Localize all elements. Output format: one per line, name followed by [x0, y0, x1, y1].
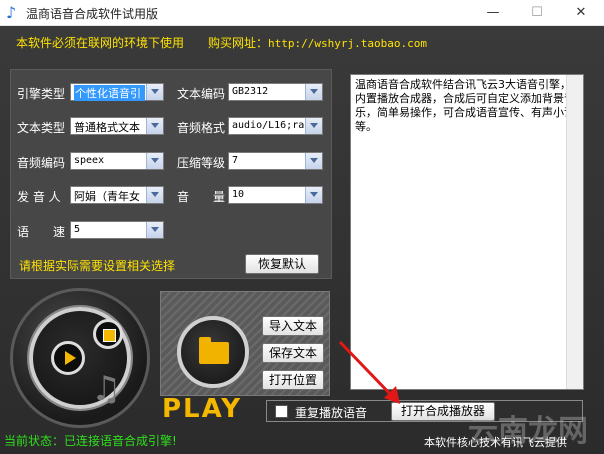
- chevron-down-icon[interactable]: [146, 222, 163, 238]
- engine-type-label: 引擎类型: [17, 87, 66, 101]
- stop-icon[interactable]: [93, 319, 123, 349]
- maximize-button[interactable]: ☐: [515, 0, 559, 26]
- chevron-down-icon[interactable]: [305, 153, 322, 169]
- text-type-label: 文本类型: [17, 121, 66, 135]
- play-label: PLAY: [162, 394, 243, 424]
- credit-text: 本软件核心技术有讯飞云提供: [424, 436, 567, 449]
- compress-level-label: 压缩等级: [177, 156, 226, 170]
- player-ring: ♫: [29, 307, 131, 409]
- chevron-down-icon[interactable]: [305, 187, 322, 203]
- text-encoding-value: GB2312: [232, 86, 269, 97]
- purchase-notice: 购买网址：http://wshyrj.taobao.com: [208, 34, 427, 51]
- engine-type-value: 个性化语音引: [74, 85, 145, 101]
- open-location-button[interactable]: 打开位置: [262, 370, 324, 390]
- speaker-label: 发 音 人: [17, 190, 61, 204]
- folder-button[interactable]: [177, 316, 249, 388]
- annotation-arrow-icon: [338, 340, 400, 404]
- purchase-label: 购买网址：: [208, 36, 269, 50]
- chevron-down-icon[interactable]: [146, 118, 163, 134]
- network-notice: 本软件必须在联网的环境下使用: [16, 36, 185, 50]
- engine-type-select[interactable]: 个性化语音引: [70, 83, 164, 101]
- chevron-down-icon[interactable]: [146, 153, 163, 169]
- volume-label: 音 量: [177, 190, 226, 204]
- play-icon[interactable]: [51, 341, 85, 375]
- volume-value: 10: [232, 189, 245, 200]
- import-text-button[interactable]: 导入文本: [262, 316, 324, 336]
- text-type-select[interactable]: 普通格式文本: [70, 117, 164, 135]
- volume-select[interactable]: 10: [228, 186, 323, 204]
- text-type-value: 普通格式文本: [74, 121, 140, 134]
- music-note-icon: ♫: [91, 369, 122, 409]
- audio-codec-label: 音频编码: [17, 156, 66, 170]
- settings-panel: 引擎类型 个性化语音引 文本编码 GB2312 文本类型 普通格式文本 音频格式…: [10, 69, 332, 279]
- window-title: 温商语音合成软件试用版: [26, 7, 159, 21]
- speed-select[interactable]: 5: [70, 221, 164, 239]
- speaker-value: 阿娟（青年女: [74, 190, 140, 203]
- app-music-icon: ♪: [6, 3, 17, 22]
- folder-icon: [199, 337, 229, 364]
- reset-default-button[interactable]: 恢复默认: [245, 254, 319, 274]
- save-text-button[interactable]: 保存文本: [262, 343, 324, 363]
- settings-hint: 请根据实际需要设置相关选择: [19, 259, 176, 273]
- speed-value: 5: [74, 224, 81, 235]
- close-button[interactable]: ✕: [559, 0, 603, 26]
- minimize-button[interactable]: —: [471, 0, 515, 26]
- speed-label: 语 速: [17, 225, 66, 239]
- purchase-url[interactable]: http://wshyrj.taobao.com: [268, 37, 427, 50]
- chevron-down-icon[interactable]: [146, 84, 163, 100]
- chevron-down-icon[interactable]: [305, 84, 322, 100]
- audio-format-select[interactable]: audio/L16;ra: [228, 117, 323, 135]
- title-bar: ♪ 温商语音合成软件试用版 — ☐ ✕: [0, 0, 604, 26]
- player-logo: ♫: [10, 288, 150, 428]
- file-panel: 导入文本 保存文本 打开位置: [160, 291, 330, 396]
- compress-level-select[interactable]: 7: [228, 152, 323, 170]
- text-encoding-select[interactable]: GB2312: [228, 83, 323, 101]
- text-encoding-label: 文本编码: [177, 87, 226, 101]
- audio-format-label: 音频格式: [177, 121, 226, 135]
- chevron-down-icon[interactable]: [146, 187, 163, 203]
- status-text: 当前状态：已连接语音合成引擎!: [4, 434, 177, 448]
- audio-format-value: audio/L16;ra: [232, 120, 304, 131]
- audio-codec-value: speex: [74, 155, 105, 166]
- repeat-checkbox[interactable]: [275, 405, 288, 418]
- audio-codec-select[interactable]: speex: [70, 152, 164, 170]
- main-client-area: 本软件必须在联网的环境下使用 购买网址：http://wshyrj.taobao…: [0, 26, 604, 454]
- chevron-down-icon[interactable]: [305, 118, 322, 134]
- speaker-select[interactable]: 阿娟（青年女: [70, 186, 164, 204]
- editor-scrollbar[interactable]: [566, 75, 583, 389]
- compress-level-value: 7: [232, 155, 239, 166]
